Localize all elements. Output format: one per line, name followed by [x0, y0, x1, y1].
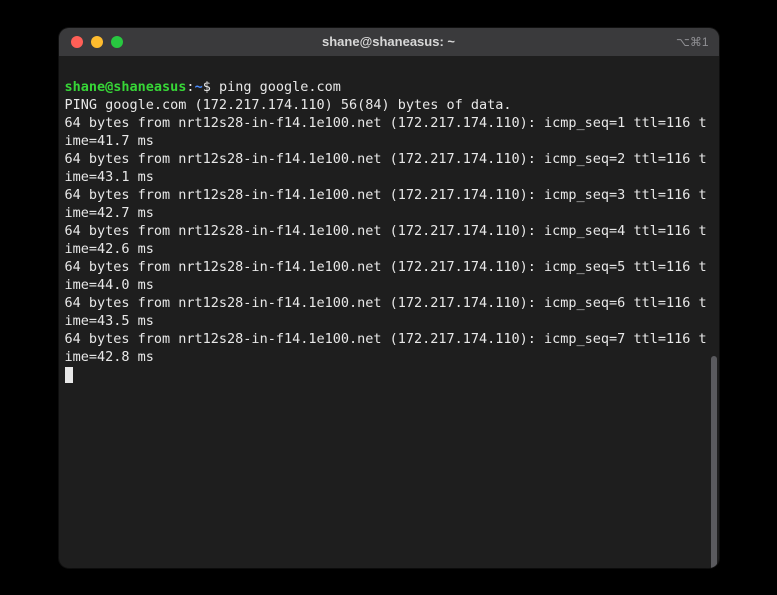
- command-text: ping google.com: [219, 79, 341, 95]
- ping-reply-line: 64 bytes from nrt12s28-in-f14.1e100.net …: [65, 295, 707, 329]
- ping-header: PING google.com (172.217.174.110) 56(84)…: [65, 97, 512, 113]
- close-button[interactable]: [71, 36, 83, 48]
- ping-reply-line: 64 bytes from nrt12s28-in-f14.1e100.net …: [65, 223, 707, 257]
- titlebar[interactable]: shane@shaneasus: ~ ⌥⌘1: [59, 28, 719, 56]
- ping-reply-line: 64 bytes from nrt12s28-in-f14.1e100.net …: [65, 259, 707, 293]
- ping-reply-line: 64 bytes from nrt12s28-in-f14.1e100.net …: [65, 115, 707, 149]
- fullscreen-button[interactable]: [111, 36, 123, 48]
- ping-reply-line: 64 bytes from nrt12s28-in-f14.1e100.net …: [65, 187, 707, 221]
- cursor: [65, 367, 73, 383]
- window-title: shane@shaneasus: ~: [59, 34, 719, 49]
- ping-reply-line: 64 bytes from nrt12s28-in-f14.1e100.net …: [65, 151, 707, 185]
- prompt-user-host: shane@shaneasus: [65, 79, 187, 95]
- terminal-body[interactable]: shane@shaneasus:~$ ping google.com PING …: [59, 56, 719, 568]
- terminal-window: shane@shaneasus: ~ ⌥⌘1 shane@shaneasus:~…: [59, 28, 719, 568]
- minimize-button[interactable]: [91, 36, 103, 48]
- prompt-path: ~: [195, 79, 203, 95]
- scrollbar-thumb[interactable]: [711, 356, 717, 568]
- prompt-dollar: $: [203, 79, 211, 95]
- window-shortcut: ⌥⌘1: [676, 35, 709, 49]
- prompt-separator: :: [186, 79, 194, 95]
- traffic-lights: [59, 36, 123, 48]
- ping-reply-line: 64 bytes from nrt12s28-in-f14.1e100.net …: [65, 331, 707, 365]
